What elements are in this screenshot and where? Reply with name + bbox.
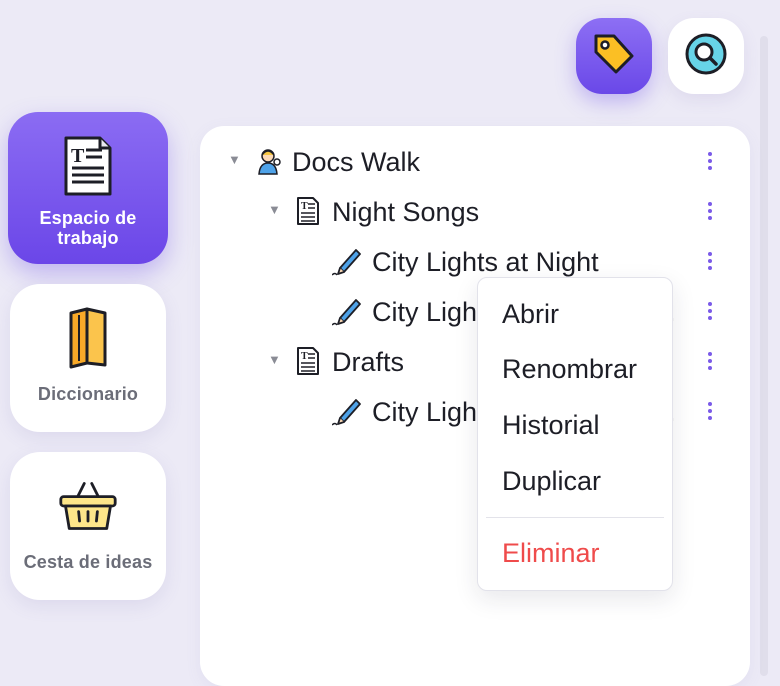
sidebar-item-label: Cesta de ideas bbox=[23, 552, 153, 572]
more-options-icon[interactable] bbox=[700, 396, 720, 426]
more-options-icon[interactable] bbox=[700, 146, 720, 176]
menu-item-open[interactable]: Abrir bbox=[502, 298, 559, 330]
tag-button[interactable] bbox=[576, 18, 652, 94]
pen-icon bbox=[332, 396, 362, 426]
tree-row-label: Night Songs bbox=[332, 197, 480, 227]
tree-row-label: Drafts bbox=[332, 347, 405, 377]
search-icon bbox=[684, 32, 728, 81]
more-options-icon[interactable] bbox=[700, 196, 720, 226]
document-icon: T bbox=[293, 346, 323, 376]
menu-item-history[interactable]: Historial bbox=[502, 409, 600, 441]
menu-divider bbox=[486, 517, 664, 518]
more-options-icon[interactable] bbox=[700, 296, 720, 326]
tree-row[interactable]: ▼ Docs Walk bbox=[0, 142, 780, 182]
menu-item-rename[interactable]: Renombrar bbox=[502, 353, 637, 385]
tree-row-label: Docs Walk bbox=[292, 147, 421, 177]
sidebar-item-idea-basket[interactable]: Cesta de ideas bbox=[10, 452, 166, 600]
search-button[interactable] bbox=[668, 18, 744, 94]
caret-down-icon[interactable]: ▼ bbox=[228, 152, 241, 167]
context-menu: Abrir Renombrar Historial Duplicar Elimi… bbox=[477, 277, 673, 591]
pen-icon bbox=[332, 246, 362, 276]
tree-row-label: City Lights at Night bbox=[372, 247, 599, 277]
tree-row[interactable]: ▼ T Night Songs bbox=[0, 192, 780, 232]
pen-icon bbox=[332, 296, 362, 326]
menu-item-duplicate[interactable]: Duplicar bbox=[502, 465, 601, 497]
more-options-icon[interactable] bbox=[700, 246, 720, 276]
person-icon bbox=[254, 146, 284, 176]
tag-icon bbox=[592, 32, 636, 81]
menu-item-delete[interactable]: Eliminar bbox=[502, 537, 600, 569]
svg-text:T: T bbox=[301, 351, 308, 362]
caret-down-icon[interactable]: ▼ bbox=[268, 352, 281, 367]
caret-down-icon[interactable]: ▼ bbox=[268, 202, 281, 217]
svg-text:T: T bbox=[301, 201, 308, 212]
tree-row[interactable]: City Lights at Night bbox=[0, 242, 780, 282]
document-icon: T bbox=[293, 196, 323, 226]
basket-icon bbox=[58, 474, 118, 538]
more-options-icon[interactable] bbox=[700, 346, 720, 376]
